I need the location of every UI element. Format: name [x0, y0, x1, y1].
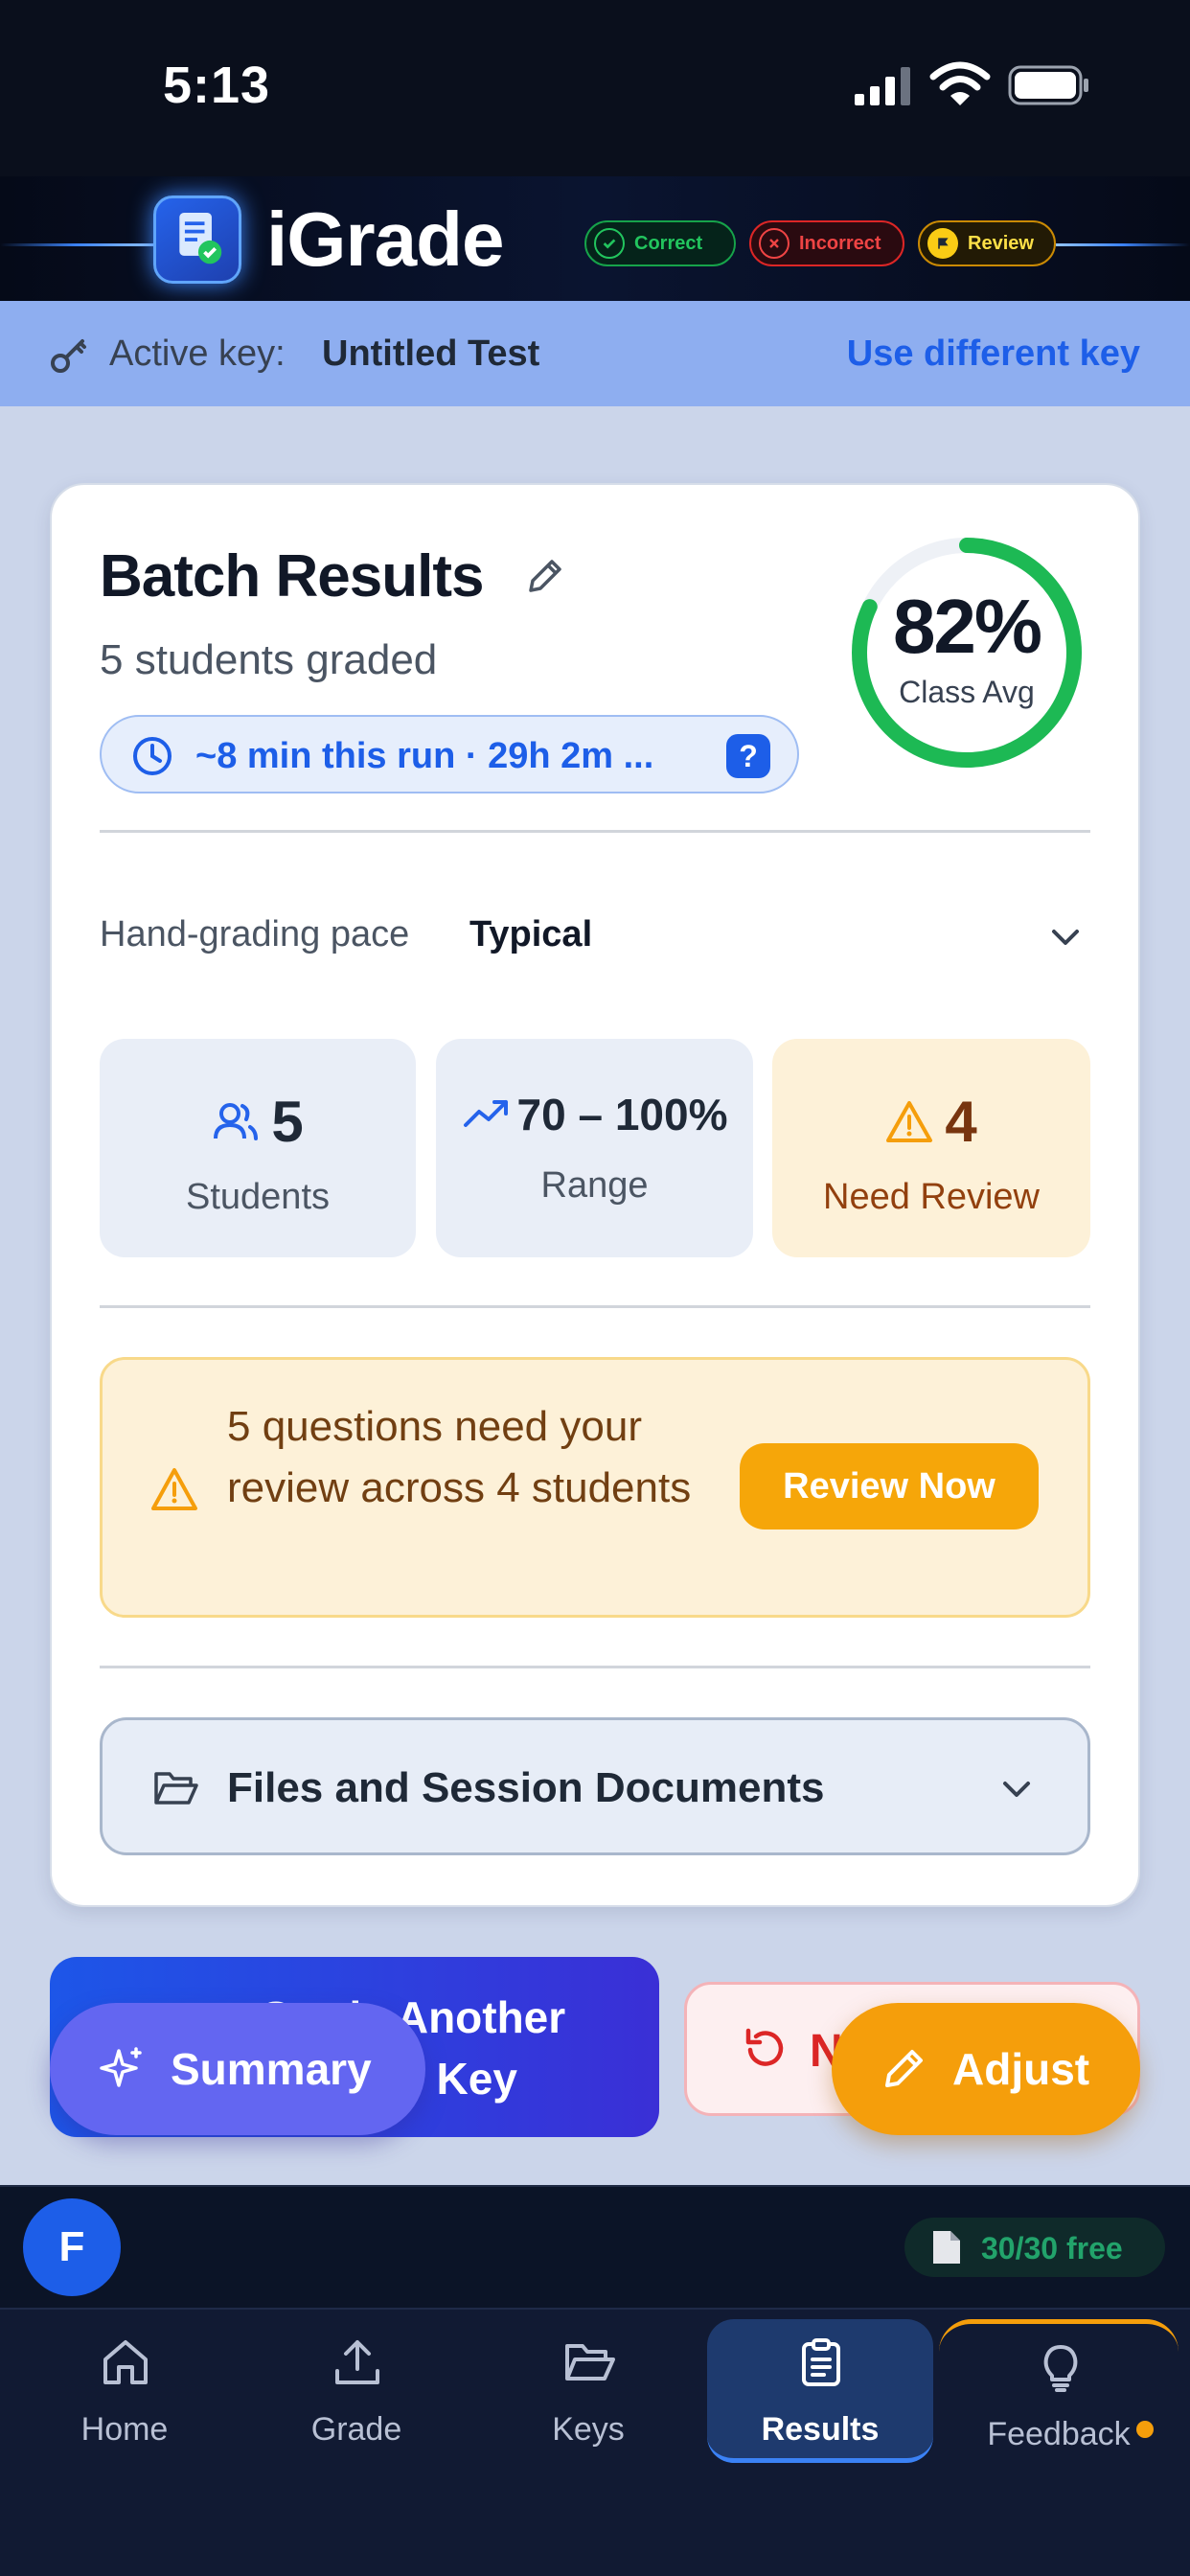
lightbulb-icon — [1043, 2345, 1078, 2392]
stat-students: 5 Students — [100, 1039, 416, 1257]
trending-up-icon — [463, 1100, 508, 1127]
battery-icon — [1008, 65, 1088, 105]
page-title: Batch Results — [100, 543, 484, 610]
tab-keys[interactable]: Keys — [475, 2319, 701, 2463]
app-header: iGrade Correct Incorrect Review — [0, 176, 1190, 301]
pencil-icon — [885, 2050, 923, 2087]
files-and-documents-accordion[interactable]: Files and Session Documents — [100, 1717, 1090, 1855]
divider — [100, 830, 1090, 833]
flag-icon — [927, 228, 958, 259]
home-icon — [103, 2340, 148, 2384]
time-saved-text: ~8 min this run · 29h 2m ... — [195, 736, 654, 776]
active-key-label: Active key: — [109, 334, 286, 374]
tab-feedback[interactable]: Feedback — [939, 2319, 1179, 2463]
students-graded-text: 5 students graded — [100, 636, 438, 683]
folder-icon — [565, 2344, 615, 2380]
class-average-value: 82% — [892, 584, 1042, 669]
chevron-down-icon — [1003, 1782, 1030, 1797]
summary-button[interactable]: Summary — [50, 2003, 425, 2135]
files-label: Files and Session Documents — [227, 1764, 825, 1811]
time-saved-pill[interactable]: ~8 min this run · 29h 2m ... ? — [100, 715, 799, 794]
legend-review: Review — [918, 220, 1056, 266]
clipboard-icon — [802, 2338, 840, 2386]
pace-select[interactable]: Typical — [469, 914, 592, 955]
document-icon — [933, 2231, 960, 2264]
active-key-bar: Active key: Untitled Test Use different … — [0, 301, 1190, 406]
warning-icon — [151, 1468, 197, 1510]
tab-grade[interactable]: Grade — [243, 2319, 469, 2463]
use-different-key-link[interactable]: Use different key — [847, 334, 1140, 375]
divider — [100, 1305, 1090, 1308]
usage-quota-badge[interactable]: 30/30 free — [904, 2218, 1165, 2277]
avatar[interactable]: F — [23, 2198, 121, 2296]
pace-label: Hand-grading pace — [100, 914, 410, 954]
adjust-button[interactable]: Adjust — [832, 2003, 1140, 2135]
divider — [100, 1666, 1090, 1668]
key-icon — [51, 339, 86, 373]
signal-icon — [855, 67, 910, 105]
review-alert-message: 5 questions need your review across 4 st… — [227, 1403, 692, 1511]
edit-title-icon[interactable] — [523, 554, 567, 598]
check-icon — [594, 228, 625, 259]
notification-dot — [1136, 2421, 1154, 2438]
chevron-down-icon[interactable] — [1046, 918, 1085, 956]
warning-icon — [886, 1100, 933, 1142]
stat-need-review[interactable]: 4 Need Review — [772, 1039, 1090, 1257]
legend-incorrect: Incorrect — [749, 220, 904, 266]
folder-open-icon — [154, 1772, 198, 1805]
legend-correct: Correct — [584, 220, 736, 266]
brand-name: iGrade — [266, 196, 504, 282]
tab-results[interactable]: Results — [707, 2319, 933, 2463]
review-now-button[interactable]: Review Now — [740, 1443, 1039, 1530]
wifi-icon — [929, 61, 991, 105]
tab-home[interactable]: Home — [11, 2319, 238, 2463]
app-logo-icon — [153, 196, 241, 284]
clock-icon — [133, 737, 172, 775]
stat-range: 70 – 100% Range — [436, 1039, 753, 1257]
users-icon — [214, 1102, 259, 1140]
help-icon[interactable]: ? — [726, 734, 770, 778]
sparkles-icon — [100, 2047, 142, 2087]
status-bar: 5:13 — [0, 0, 1190, 176]
x-icon — [759, 228, 790, 259]
class-average-label: Class Avg — [899, 675, 1035, 709]
upload-icon — [335, 2340, 379, 2384]
reset-icon — [745, 2028, 784, 2066]
status-time: 5:13 — [163, 57, 271, 114]
active-key-value: Untitled Test — [322, 334, 540, 374]
